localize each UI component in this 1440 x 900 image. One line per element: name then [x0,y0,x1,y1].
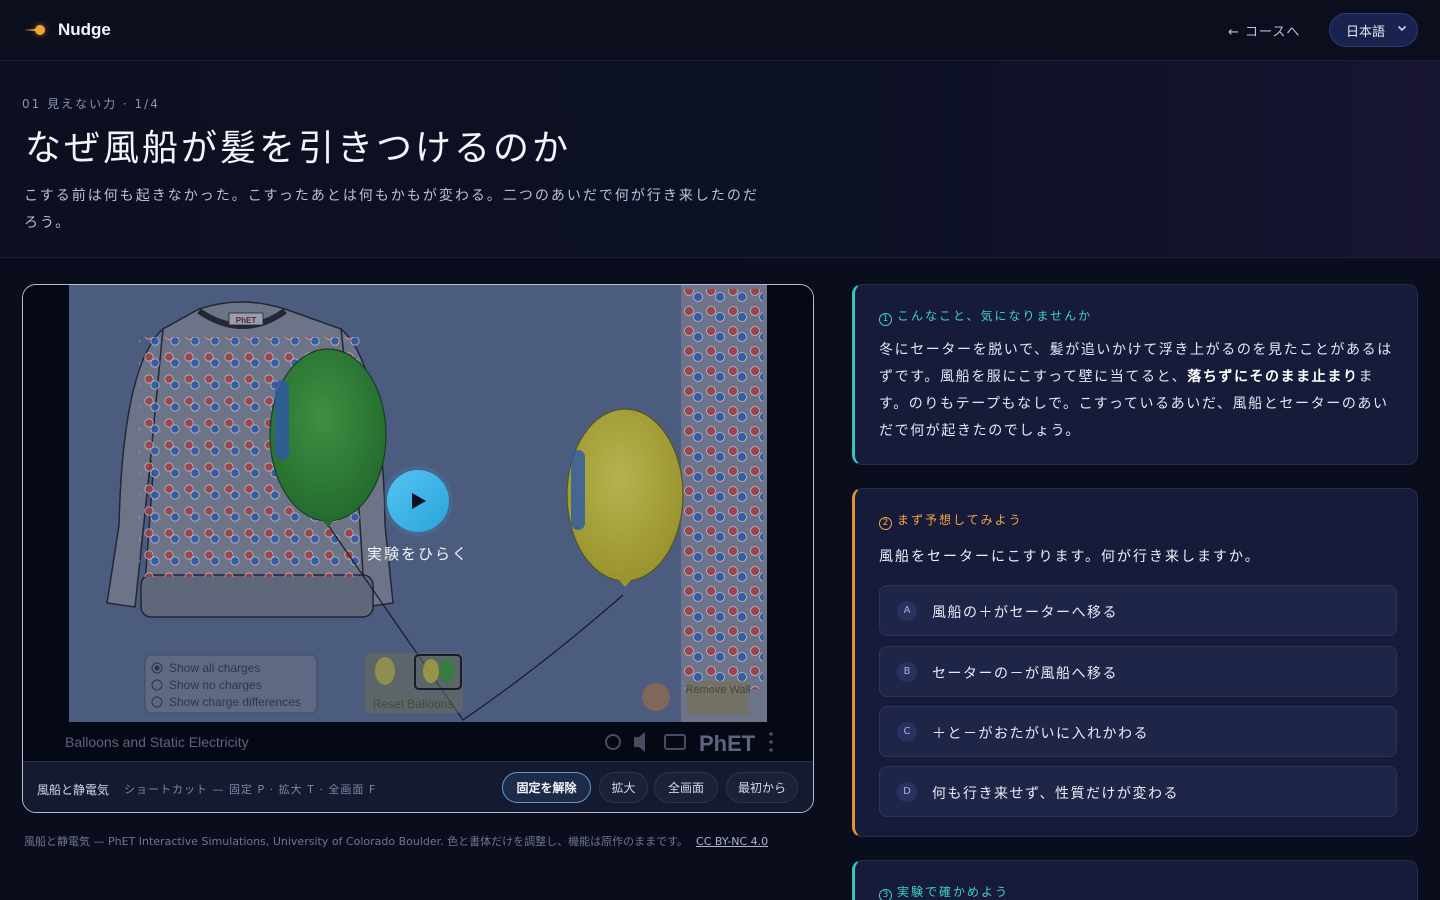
brand-name: Nudge [58,20,111,39]
option-text: ＋と－がおたがいに入れかわる [932,726,1149,742]
unpin-button[interactable]: 固定を解除 [502,772,591,803]
page-title: なぜ風船が髪を引きつけるのか [25,128,572,169]
step-number-1: 1 [879,313,892,326]
hook-card: 1 こんなこと、気になりませんか 冬にセーターを脱いで、髪が追いかけて浮き上がるの… [852,284,1418,465]
open-experiment-label[interactable]: 実験をひらく [343,543,493,564]
prediction-heading: 2 まず予想してみよう [879,511,1023,530]
hook-body: 冬にセーターを脱いで、髪が追いかけて浮き上がるのを見たことがあるはずです。風船を… [879,342,1393,439]
phet-logo: PhET [699,731,756,756]
play-button[interactable] [387,470,449,532]
attribution: 風船と静電気 — PhET Interactive Simulations, U… [24,833,768,849]
prediction-question: 風船をセーターにこすります。何が行き来しますか。 [879,549,1261,565]
language-select[interactable]: 日本語 [1329,13,1418,47]
simulation-player: PhET Show all charges Show no charges Sh… [22,284,814,813]
option-text: 風船の＋がセーターへ移る [932,605,1118,621]
answer-option-c[interactable]: C ＋と－がおたがいに入れかわる [879,706,1397,757]
license-link[interactable]: CC BY-NC 4.0 [696,835,768,848]
prediction-card: 2 まず予想してみよう 風船をセーターにこすります。何が行き来しますか。 A 風船… [852,488,1418,837]
chevron-down-icon [1397,25,1407,32]
play-icon [412,493,426,509]
step-number-2: 2 [879,517,892,530]
language-value: 日本語 [1346,24,1386,40]
restart-button[interactable]: 最初から [726,772,798,803]
experiment-heading: 3 実験で確かめよう [879,883,1009,900]
brand-logo[interactable]: Nudge [24,18,111,42]
keyboard-shortcuts-hint: ショートカット — 固定 P · 拡大 T · 全画面 F [124,783,377,796]
player-sim-name: 風船と静電気 [37,783,110,797]
hook-heading: 1 こんなこと、気になりませんか [879,307,1092,326]
back-to-course-link[interactable]: ← コースへ [1228,21,1300,40]
option-key: B [897,662,917,682]
simulation-preview[interactable]: PhET Show all charges Show no charges Sh… [23,285,813,760]
attribution-text: 風船と静電気 — PhET Interactive Simulations, U… [24,835,689,848]
lesson-header: 01 見えない力 · 1/4 なぜ風船が髪を引きつけるのか こする前は何も起きな… [0,61,1440,258]
lesson-lead: こする前は何も起きなかった。こすったあとは何もかもが変わる。二つのあいだで何が行… [24,188,759,231]
option-key: C [897,722,917,742]
nudge-logo-icon [24,23,48,37]
option-text: 何も行き来せず、性質だけが変わる [932,786,1180,802]
step-number-3: 3 [879,889,892,900]
player-toolbar: 風船と静電気 ショートカット — 固定 P · 拡大 T · 全画面 F 固定を… [23,761,813,812]
top-bar: Nudge ← コースへ 日本語 [0,0,1440,61]
experiment-card: 3 実験で確かめよう [852,860,1418,900]
option-text: セーターの－が風船へ移る [932,666,1118,682]
zoom-button[interactable]: 拡大 [599,772,648,803]
fullscreen-button[interactable]: 全画面 [654,772,718,803]
answer-option-a[interactable]: A 風船の＋がセーターへ移る [879,585,1397,636]
answer-option-b[interactable]: B セーターの－が風船へ移る [879,646,1397,697]
option-key: D [897,782,917,802]
simulation-title: Balloons and Static Electricity [65,734,249,750]
answer-option-d[interactable]: D 何も行き来せず、性質だけが変わる [879,766,1397,817]
lesson-eyebrow: 01 見えない力 · 1/4 [22,97,160,111]
option-key: A [897,601,917,621]
